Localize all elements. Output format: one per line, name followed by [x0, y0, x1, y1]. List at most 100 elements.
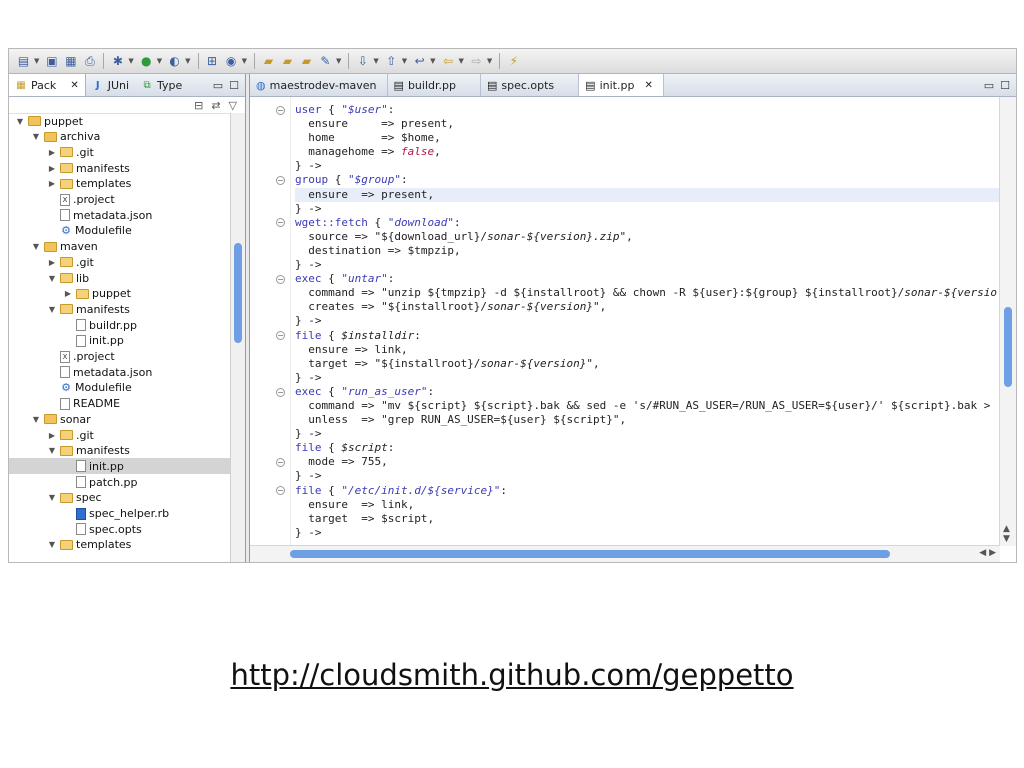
tree-item[interactable]: ▼ lib	[9, 270, 231, 286]
close-icon[interactable]: ✕	[70, 80, 78, 91]
tree-item[interactable]: README	[9, 396, 231, 412]
tree-item[interactable]: init.pp	[9, 333, 231, 349]
tree-item[interactable]: spec.opts	[9, 521, 231, 537]
pin-icon[interactable]: ⚡	[505, 53, 522, 70]
tree-item[interactable]: ▼ maven	[9, 239, 231, 255]
dropdown-arrow-icon[interactable]: ▼	[242, 57, 247, 65]
caption-url[interactable]: http://cloudsmith.github.com/geppetto	[0, 658, 1024, 692]
forward-icon[interactable]: ⇨	[468, 53, 485, 70]
tab-maestrodev-maven[interactable]: ◍ maestrodev-maven	[250, 74, 388, 96]
dropdown-arrow-icon[interactable]: ▼	[459, 57, 464, 65]
fold-icon[interactable]: −	[276, 274, 285, 284]
tab-type-hierarchy[interactable]: ⧉ Type	[135, 74, 188, 96]
dropdown-arrow-icon[interactable]: ▼	[157, 57, 162, 65]
open-type-icon[interactable]: ▰	[260, 53, 277, 70]
search-icon[interactable]: ✎	[317, 53, 334, 70]
back-icon[interactable]: ⇦	[440, 53, 457, 70]
dropdown-arrow-icon[interactable]: ▼	[336, 57, 341, 65]
fold-icon[interactable]: −	[276, 331, 285, 341]
tree-item[interactable]: metadata.json	[9, 207, 231, 223]
open-folder-icon[interactable]: ▰	[279, 53, 296, 70]
expanded-arrow-icon[interactable]: ▼	[47, 540, 57, 549]
editor-horizontal-scrollbar[interactable]: ◀ ▶	[250, 545, 1000, 562]
tree-item[interactable]: X .project	[9, 192, 231, 208]
fold-icon[interactable]: −	[276, 486, 285, 496]
tree-item[interactable]: ▼ archiva	[9, 129, 231, 145]
print-icon[interactable]: ⎙	[81, 53, 98, 70]
fold-icon[interactable]: −	[276, 218, 285, 228]
tree-item[interactable]: patch.pp	[9, 474, 231, 490]
tab-spec-opts[interactable]: ▤ spec.opts	[481, 74, 580, 96]
tree-item[interactable]: ▼ spec	[9, 490, 231, 506]
dropdown-arrow-icon[interactable]: ▼	[34, 57, 39, 65]
scroll-thumb[interactable]	[290, 550, 890, 558]
expanded-arrow-icon[interactable]: ▼	[47, 305, 57, 314]
collapsed-arrow-icon[interactable]: ▶	[47, 164, 57, 173]
collapsed-arrow-icon[interactable]: ▶	[47, 179, 57, 188]
collapsed-arrow-icon[interactable]: ▶	[47, 258, 57, 267]
tree-item[interactable]: spec_helper.rb	[9, 506, 231, 522]
dropdown-arrow-icon[interactable]: ▼	[487, 57, 492, 65]
minimize-icon[interactable]: ▭	[213, 79, 223, 92]
debug-icon[interactable]: ✱	[109, 53, 126, 70]
next-annotation-icon[interactable]: ⇩	[354, 53, 371, 70]
expanded-arrow-icon[interactable]: ▼	[31, 242, 41, 251]
collapse-all-icon[interactable]: ⊟	[194, 99, 203, 112]
tab-package-explorer[interactable]: ▦ Pack ✕	[9, 74, 86, 96]
tree-item[interactable]: ▼ manifests	[9, 443, 231, 459]
scroll-thumb[interactable]	[1004, 307, 1012, 387]
link-editor-icon[interactable]: ⇄	[211, 99, 220, 112]
fold-icon[interactable]: −	[276, 387, 285, 397]
tree-item[interactable]: ▶ puppet	[9, 286, 231, 302]
dropdown-arrow-icon[interactable]: ▼	[185, 57, 190, 65]
tree-item[interactable]: ▶ templates	[9, 176, 231, 192]
collapsed-arrow-icon[interactable]: ▶	[47, 148, 57, 157]
tree-item[interactable]: X .project	[9, 349, 231, 365]
tree-item[interactable]: ⚙ Modulefile	[9, 223, 231, 239]
tab-junit[interactable]: J JUni	[86, 74, 135, 96]
expanded-arrow-icon[interactable]: ▼	[31, 132, 41, 141]
expanded-arrow-icon[interactable]: ▼	[47, 493, 57, 502]
tree-item[interactable]: ▼ sonar	[9, 411, 231, 427]
expanded-arrow-icon[interactable]: ▼	[15, 117, 25, 126]
last-edit-icon[interactable]: ↩	[411, 53, 428, 70]
fold-icon[interactable]: −	[276, 105, 285, 115]
dropdown-arrow-icon[interactable]: ▼	[430, 57, 435, 65]
dropdown-arrow-icon[interactable]: ▼	[402, 57, 407, 65]
tree-item[interactable]: ▶ .git	[9, 254, 231, 270]
scroll-arrows[interactable]: ▲ ▼	[1003, 524, 1010, 544]
tree-item[interactable]: ▶ .git	[9, 144, 231, 160]
maximize-icon[interactable]: ☐	[1000, 79, 1010, 92]
code-text[interactable]: user { "$user": ensure => present, home …	[295, 103, 1000, 540]
new-class-icon[interactable]: ◉	[223, 53, 240, 70]
scroll-thumb[interactable]	[234, 243, 242, 343]
tree-scrollbar[interactable]	[230, 113, 245, 562]
collapsed-arrow-icon[interactable]: ▶	[47, 431, 57, 440]
view-menu-icon[interactable]: ▽	[229, 99, 237, 112]
close-icon[interactable]: ✕	[644, 80, 652, 91]
tree-item[interactable]: ⚙ Modulefile	[9, 380, 231, 396]
expanded-arrow-icon[interactable]: ▼	[47, 446, 57, 455]
new-package-icon[interactable]: ⊞	[204, 53, 221, 70]
scroll-arrows[interactable]: ◀ ▶	[979, 548, 996, 558]
tree-item[interactable]: ▼ templates	[9, 537, 231, 553]
save-all-icon[interactable]: ▦	[62, 53, 79, 70]
tree-item[interactable]: buildr.pp	[9, 317, 231, 333]
expanded-arrow-icon[interactable]: ▼	[31, 415, 41, 424]
tree-item[interactable]: ▶ .git	[9, 427, 231, 443]
tree-item[interactable]: ▶ manifests	[9, 160, 231, 176]
external-tools-icon[interactable]: ◐	[166, 53, 183, 70]
tree-item[interactable]: ▼ manifests	[9, 301, 231, 317]
minimize-icon[interactable]: ▭	[984, 79, 994, 92]
tab-init-pp[interactable]: ▤ init.pp ✕	[579, 74, 664, 96]
fold-icon[interactable]: −	[276, 458, 285, 467]
prev-annotation-icon[interactable]: ⇧	[383, 53, 400, 70]
tab-buildr-pp[interactable]: ▤ buildr.pp	[388, 74, 481, 96]
run-icon[interactable]: ●	[138, 53, 155, 70]
maximize-icon[interactable]: ☐	[229, 79, 239, 92]
collapsed-arrow-icon[interactable]: ▶	[63, 289, 73, 298]
editor-vertical-scrollbar[interactable]: ▲ ▼	[999, 97, 1016, 546]
expanded-arrow-icon[interactable]: ▼	[47, 274, 57, 283]
tree-item[interactable]: metadata.json	[9, 364, 231, 380]
dropdown-arrow-icon[interactable]: ▼	[128, 57, 133, 65]
